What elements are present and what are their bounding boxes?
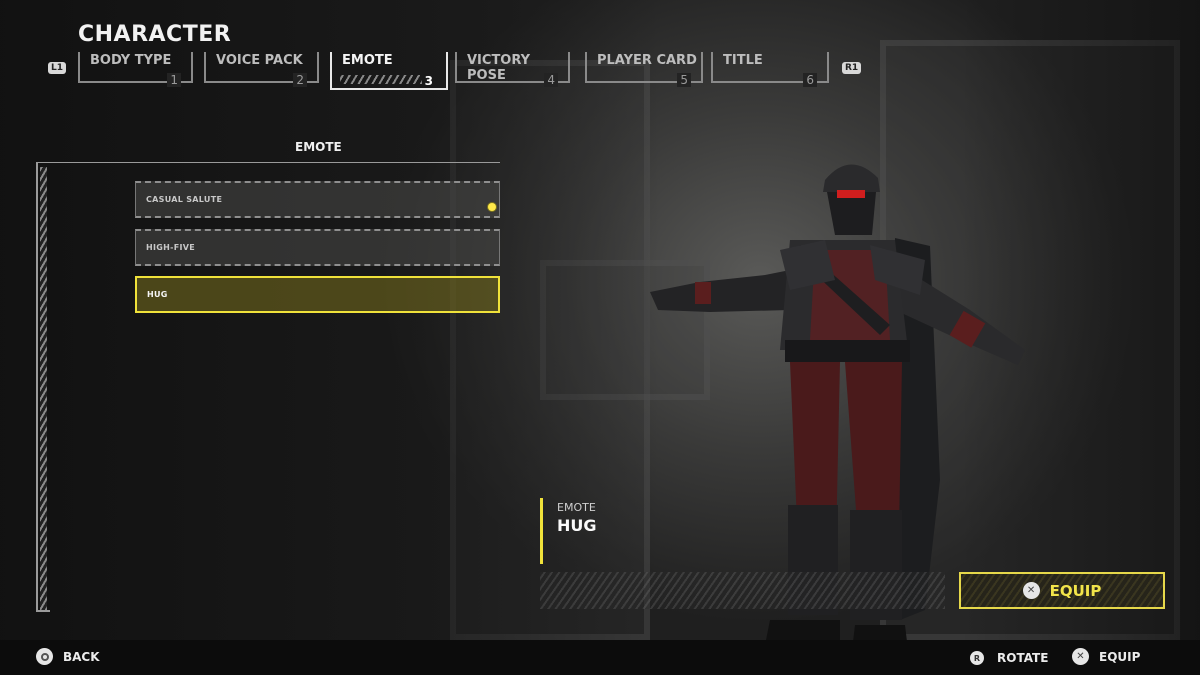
list-item-hug[interactable]: HUG — [135, 276, 500, 313]
visor-eyes — [837, 190, 865, 198]
list-heading: EMOTE — [295, 140, 342, 154]
helmet — [823, 164, 880, 192]
tab-title[interactable]: TITLE 6 — [711, 52, 829, 87]
page-title: CHARACTER — [78, 22, 232, 47]
belt — [785, 340, 910, 362]
tab-victory-pose[interactable]: VICTORY POSE 4 — [455, 52, 570, 87]
tab-number: 1 — [167, 73, 181, 87]
stick-letter: R — [970, 651, 984, 665]
rotate-label: ROTATE — [997, 651, 1049, 665]
list-item-casual-salute[interactable]: CASUAL SALUTE — [135, 181, 500, 218]
tab-number: 2 — [293, 73, 307, 87]
description-panel — [540, 572, 945, 609]
mask — [827, 192, 876, 235]
equip-button[interactable]: ✕ EQUIP — [959, 572, 1165, 609]
left-arm — [650, 270, 790, 312]
equip-label: EQUIP — [1049, 581, 1102, 600]
tab-player-card[interactable]: PLAYER CARD 5 — [585, 52, 703, 87]
equip-hint-label: EQUIP — [1099, 649, 1141, 664]
left-cuff — [695, 282, 711, 304]
item-label: CASUAL SALUTE — [146, 195, 223, 204]
l1-bumper-icon[interactable]: L1 — [48, 62, 66, 74]
right-stick-icon: R — [967, 648, 987, 668]
item-label: HUG — [147, 290, 168, 299]
list-item-high-five[interactable]: HIGH-FIVE — [135, 229, 500, 266]
tab-number: 6 — [803, 73, 817, 87]
rotate-hint[interactable]: R ROTATE — [967, 648, 1048, 668]
tab-label: VOICE PACK — [216, 53, 303, 68]
tab-emote[interactable]: EMOTE 3 — [330, 52, 448, 90]
item-label: HIGH-FIVE — [146, 243, 196, 252]
tab-label: PLAYER CARD — [597, 53, 697, 68]
active-tab-hatch — [340, 75, 422, 84]
tab-body-type[interactable]: BODY TYPE 1 — [78, 52, 193, 87]
info-category: EMOTE — [557, 501, 596, 514]
back-label: BACK — [63, 649, 100, 664]
equip-hint[interactable]: ✕ EQUIP — [1072, 648, 1140, 665]
cross-button-icon: ✕ — [1072, 648, 1089, 665]
frame-foot — [36, 610, 50, 612]
circle-button-icon — [36, 648, 53, 665]
tab-label: EMOTE — [342, 53, 393, 68]
scrollbar-track[interactable] — [40, 167, 47, 610]
info-name: HUG — [557, 516, 597, 535]
r1-bumper-icon[interactable]: R1 — [842, 62, 862, 74]
accent-bar — [540, 498, 543, 564]
tab-number: 4 — [544, 73, 558, 87]
tab-voice-pack[interactable]: VOICE PACK 2 — [204, 52, 319, 87]
tab-label: BODY TYPE — [90, 53, 172, 68]
tab-number: 3 — [424, 74, 433, 88]
tab-number: 5 — [677, 73, 691, 87]
tab-label: TITLE — [723, 53, 763, 68]
equipped-indicator-icon — [488, 203, 496, 211]
cross-button-icon: ✕ — [1022, 582, 1040, 599]
back-hint[interactable]: BACK — [36, 648, 100, 665]
